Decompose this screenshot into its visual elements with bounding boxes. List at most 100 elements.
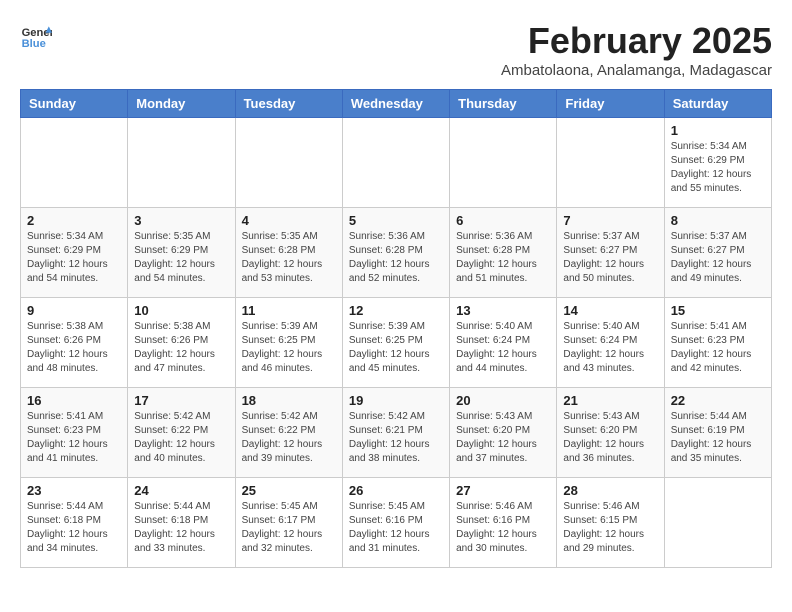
day-info: Sunrise: 5:42 AMSunset: 6:22 PMDaylight:… xyxy=(242,410,336,466)
calendar-cell: 23 Sunrise: 5:44 AMSunset: 6:18 PMDayligh… xyxy=(21,478,128,568)
calendar-cell: 21 Sunrise: 5:43 AMSunset: 6:20 PMDayligh… xyxy=(557,388,664,478)
calendar-cell: 12 Sunrise: 5:39 AMSunset: 6:25 PMDayligh… xyxy=(342,298,449,388)
calendar-cell: 24 Sunrise: 5:44 AMSunset: 6:18 PMDayligh… xyxy=(128,478,235,568)
calendar-cell: 15 Sunrise: 5:41 AMSunset: 6:23 PMDayligh… xyxy=(664,298,771,388)
calendar-cell: 4 Sunrise: 5:35 AMSunset: 6:28 PMDaylight… xyxy=(235,208,342,298)
day-info: Sunrise: 5:40 AMSunset: 6:24 PMDaylight:… xyxy=(563,320,657,376)
day-number: 8 xyxy=(671,213,765,228)
calendar-cell xyxy=(235,118,342,208)
calendar-cell: 26 Sunrise: 5:45 AMSunset: 6:16 PMDayligh… xyxy=(342,478,449,568)
day-info: Sunrise: 5:46 AMSunset: 6:16 PMDaylight:… xyxy=(456,500,550,556)
weekday-header-friday: Friday xyxy=(557,90,664,118)
calendar-cell: 13Sunrise: 5:40 AMSunset: 6:24 PMDayligh… xyxy=(450,298,557,388)
day-number: 19 xyxy=(349,393,443,408)
day-number: 12 xyxy=(349,303,443,318)
day-info: Sunrise: 5:41 AMSunset: 6:23 PMDaylight:… xyxy=(671,320,765,376)
calendar-cell xyxy=(128,118,235,208)
day-info: Sunrise: 5:39 AMSunset: 6:25 PMDaylight:… xyxy=(242,320,336,376)
day-number: 17 xyxy=(134,393,228,408)
day-info: Sunrise: 5:45 AMSunset: 6:17 PMDaylight:… xyxy=(242,500,336,556)
day-number: 4 xyxy=(242,213,336,228)
calendar-cell: 27 Sunrise: 5:46 AMSunset: 6:16 PMDayligh… xyxy=(450,478,557,568)
calendar-cell: 3Sunrise: 5:35 AMSunset: 6:29 PMDaylight… xyxy=(128,208,235,298)
calendar-table: SundayMondayTuesdayWednesdayThursdayFrid… xyxy=(20,89,772,568)
day-info: Sunrise: 5:41 AMSunset: 6:23 PMDaylight:… xyxy=(27,410,121,466)
weekday-header-sunday: Sunday xyxy=(21,90,128,118)
day-info: Sunrise: 5:44 AMSunset: 6:18 PMDaylight:… xyxy=(134,500,228,556)
logo-icon: General Blue xyxy=(20,20,52,52)
weekday-header-saturday: Saturday xyxy=(664,90,771,118)
day-info: Sunrise: 5:44 AMSunset: 6:18 PMDaylight:… xyxy=(27,500,121,556)
calendar-cell xyxy=(664,478,771,568)
weekday-header-thursday: Thursday xyxy=(450,90,557,118)
day-number: 3 xyxy=(134,213,228,228)
calendar-week-3: 9 Sunrise: 5:38 AMSunset: 6:26 PMDaylight… xyxy=(21,298,772,388)
calendar-week-4: 16 Sunrise: 5:41 AMSunset: 6:23 PMDayligh… xyxy=(21,388,772,478)
day-info: Sunrise: 5:45 AMSunset: 6:16 PMDaylight:… xyxy=(349,500,443,556)
day-number: 11 xyxy=(242,303,336,318)
calendar-cell: 19 Sunrise: 5:42 AMSunset: 6:21 PMDayligh… xyxy=(342,388,449,478)
calendar-cell: 6Sunrise: 5:36 AMSunset: 6:28 PMDaylight… xyxy=(450,208,557,298)
svg-text:Blue: Blue xyxy=(22,38,46,50)
month-title: February 2025 xyxy=(501,20,772,62)
day-number: 5 xyxy=(349,213,443,228)
day-info: Sunrise: 5:36 AMSunset: 6:28 PMDaylight:… xyxy=(456,230,550,286)
day-info: Sunrise: 5:35 AMSunset: 6:28 PMDaylight:… xyxy=(242,230,336,286)
calendar-cell: 14Sunrise: 5:40 AMSunset: 6:24 PMDayligh… xyxy=(557,298,664,388)
weekday-header-tuesday: Tuesday xyxy=(235,90,342,118)
day-number: 26 xyxy=(349,483,443,498)
day-info: Sunrise: 5:39 AMSunset: 6:25 PMDaylight:… xyxy=(349,320,443,376)
calendar-cell xyxy=(450,118,557,208)
day-info: Sunrise: 5:36 AMSunset: 6:28 PMDaylight:… xyxy=(349,230,443,286)
calendar-cell xyxy=(21,118,128,208)
calendar-cell: 7Sunrise: 5:37 AMSunset: 6:27 PMDaylight… xyxy=(557,208,664,298)
calendar-cell: 22 Sunrise: 5:44 AMSunset: 6:19 PMDayligh… xyxy=(664,388,771,478)
day-number: 22 xyxy=(671,393,765,408)
svg-text:General: General xyxy=(22,27,52,39)
calendar-cell: 17 Sunrise: 5:42 AMSunset: 6:22 PMDayligh… xyxy=(128,388,235,478)
day-info: Sunrise: 5:44 AMSunset: 6:19 PMDaylight:… xyxy=(671,410,765,466)
day-number: 21 xyxy=(563,393,657,408)
calendar-week-1: 1Sunrise: 5:34 AMSunset: 6:29 PMDaylight… xyxy=(21,118,772,208)
day-number: 18 xyxy=(242,393,336,408)
calendar-cell: 16 Sunrise: 5:41 AMSunset: 6:23 PMDayligh… xyxy=(21,388,128,478)
day-info: Sunrise: 5:38 AMSunset: 6:26 PMDaylight:… xyxy=(134,320,228,376)
page-header: General Blue February 2025 Ambatolaona, … xyxy=(20,20,772,79)
day-number: 25 xyxy=(242,483,336,498)
calendar-cell: 20 Sunrise: 5:43 AMSunset: 6:20 PMDayligh… xyxy=(450,388,557,478)
weekday-header-monday: Monday xyxy=(128,90,235,118)
day-info: Sunrise: 5:37 AMSunset: 6:27 PMDaylight:… xyxy=(563,230,657,286)
calendar-cell: 10 Sunrise: 5:38 AMSunset: 6:26 PMDayligh… xyxy=(128,298,235,388)
day-number: 23 xyxy=(27,483,121,498)
day-info: Sunrise: 5:34 AMSunset: 6:29 PMDaylight:… xyxy=(27,230,121,286)
day-info: Sunrise: 5:38 AMSunset: 6:26 PMDaylight:… xyxy=(27,320,121,376)
day-number: 16 xyxy=(27,393,121,408)
calendar-cell xyxy=(557,118,664,208)
day-info: Sunrise: 5:43 AMSunset: 6:20 PMDaylight:… xyxy=(563,410,657,466)
calendar-cell: 5 Sunrise: 5:36 AMSunset: 6:28 PMDaylight… xyxy=(342,208,449,298)
day-number: 2 xyxy=(27,213,121,228)
day-number: 10 xyxy=(134,303,228,318)
calendar-cell: 8 Sunrise: 5:37 AMSunset: 6:27 PMDaylight… xyxy=(664,208,771,298)
day-number: 15 xyxy=(671,303,765,318)
day-info: Sunrise: 5:34 AMSunset: 6:29 PMDaylight:… xyxy=(671,140,765,196)
calendar-cell xyxy=(342,118,449,208)
weekday-header-wednesday: Wednesday xyxy=(342,90,449,118)
day-number: 13 xyxy=(456,303,550,318)
day-info: Sunrise: 5:43 AMSunset: 6:20 PMDaylight:… xyxy=(456,410,550,466)
weekday-header-row: SundayMondayTuesdayWednesdayThursdayFrid… xyxy=(21,90,772,118)
title-block: February 2025 Ambatolaona, Analamanga, M… xyxy=(501,20,772,79)
calendar-cell: 25 Sunrise: 5:45 AMSunset: 6:17 PMDayligh… xyxy=(235,478,342,568)
calendar-week-2: 2 Sunrise: 5:34 AMSunset: 6:29 PMDaylight… xyxy=(21,208,772,298)
day-number: 9 xyxy=(27,303,121,318)
day-number: 20 xyxy=(456,393,550,408)
day-info: Sunrise: 5:42 AMSunset: 6:22 PMDaylight:… xyxy=(134,410,228,466)
day-info: Sunrise: 5:37 AMSunset: 6:27 PMDaylight:… xyxy=(671,230,765,286)
location-title: Ambatolaona, Analamanga, Madagascar xyxy=(501,62,772,79)
day-number: 24 xyxy=(134,483,228,498)
calendar-week-5: 23 Sunrise: 5:44 AMSunset: 6:18 PMDayligh… xyxy=(21,478,772,568)
calendar-cell: 9 Sunrise: 5:38 AMSunset: 6:26 PMDaylight… xyxy=(21,298,128,388)
day-number: 27 xyxy=(456,483,550,498)
calendar-cell: 1Sunrise: 5:34 AMSunset: 6:29 PMDaylight… xyxy=(664,118,771,208)
day-info: Sunrise: 5:42 AMSunset: 6:21 PMDaylight:… xyxy=(349,410,443,466)
